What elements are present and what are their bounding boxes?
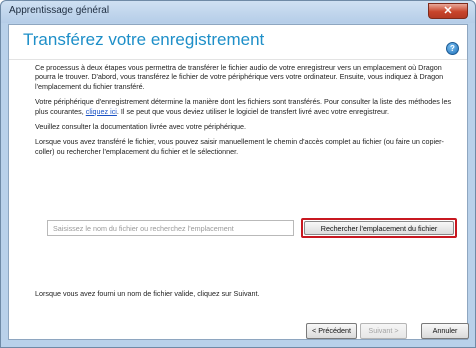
- device-text-after: . Il se peut que vous deviez utiliser le…: [116, 106, 389, 116]
- page-title: Transférez votre enregistrement: [23, 30, 265, 49]
- file-path-input[interactable]: Saisissez le nom du fichier ou recherche…: [47, 220, 294, 236]
- title-bar[interactable]: Apprentissage général ✕: [1, 1, 475, 23]
- page-header: Transférez votre enregistrement ?: [9, 25, 467, 60]
- dialog-client-area: Transférez votre enregistrement ? Ce pro…: [8, 24, 468, 340]
- previous-button[interactable]: < Précédent: [306, 323, 357, 339]
- help-icon[interactable]: ?: [446, 42, 459, 55]
- next-button[interactable]: Suivant >: [360, 323, 407, 339]
- dialog-window: Apprentissage général ✕ Transférez votre…: [0, 0, 476, 348]
- transfer-paragraph: Lorsque vous avez transféré le fichier, …: [35, 137, 444, 156]
- intro-paragraph: Ce processus à deux étapes vous permettr…: [35, 63, 444, 91]
- status-message: Lorsque vous avez fourni un nom de fichi…: [35, 289, 260, 298]
- click-here-link[interactable]: cliquez ici: [86, 107, 117, 116]
- browse-file-button[interactable]: Rechercher l'emplacement du fichier: [304, 221, 454, 235]
- instructions: Ce processus à deux étapes vous permettr…: [35, 63, 455, 162]
- window-title: Apprentissage général: [9, 5, 110, 16]
- cancel-button[interactable]: Annuler: [421, 323, 469, 339]
- documentation-paragraph: Veuillez consulter la documentation livr…: [35, 122, 246, 132]
- browse-highlight: Rechercher l'emplacement du fichier: [301, 218, 457, 238]
- close-button[interactable]: ✕: [428, 3, 468, 19]
- device-paragraph: Votre périphérique d'enregistrement déte…: [35, 97, 455, 116]
